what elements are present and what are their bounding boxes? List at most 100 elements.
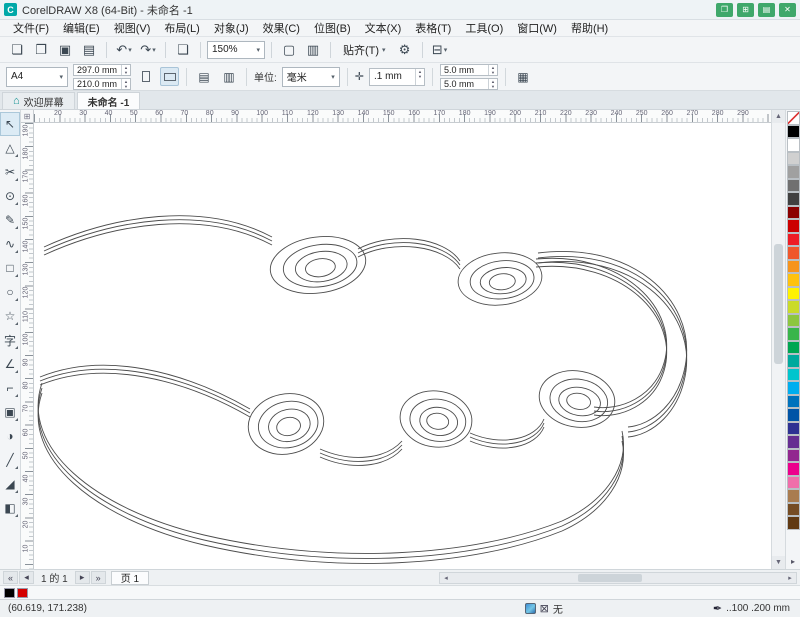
redo-button[interactable]: ↷ ▾	[137, 39, 159, 61]
drawing-canvas[interactable]	[34, 123, 771, 569]
ruler-origin-button[interactable]: ⊞	[21, 110, 34, 123]
snap-to-menu[interactable]: 贴齐(T) ▾	[337, 40, 392, 60]
scroll-up-icon[interactable]: ▲	[772, 110, 785, 123]
palette-swatch[interactable]	[786, 340, 800, 354]
polygon-tool[interactable]: ☆	[0, 304, 20, 328]
titlebar-close-button[interactable]: ✕	[779, 2, 796, 17]
portrait-button[interactable]	[136, 67, 155, 86]
titlebar-store-button[interactable]: ❐	[716, 2, 733, 17]
no-color-swatch[interactable]	[786, 111, 800, 125]
scroll-left-icon[interactable]: ◂	[440, 573, 452, 583]
full-screen-preview-button[interactable]: ▢	[278, 39, 300, 61]
parallel-dimension-tool[interactable]: ∠	[0, 352, 20, 376]
horizontal-ruler[interactable]: 20 30 40 50 60 70 80 90 100 110 120 130 140 150 160 170…	[34, 110, 771, 123]
horizontal-scroll-track[interactable]	[452, 573, 784, 583]
zoom-level-select[interactable]: 150% ▾	[207, 40, 265, 59]
paper-width-spinner[interactable]: ▲ ▼	[121, 64, 130, 75]
palette-swatch[interactable]	[786, 462, 800, 476]
paper-width-field[interactable]: 297.0 mm ▲ ▼	[73, 63, 131, 76]
scroll-right-icon[interactable]: ▸	[784, 573, 796, 583]
menu-item-8[interactable]: 表格(T)	[408, 20, 458, 36]
palette-swatch[interactable]	[786, 516, 800, 530]
menu-item-11[interactable]: 帮助(H)	[564, 20, 615, 36]
color-eyedropper-tool[interactable]: ╱	[0, 448, 20, 472]
palette-swatch[interactable]	[786, 394, 800, 408]
palette-swatch[interactable]	[786, 232, 800, 246]
menu-item-5[interactable]: 效果(C)	[256, 20, 307, 36]
next-page-button[interactable]: ▸	[74, 571, 90, 584]
new-document-button[interactable]: ❏	[6, 39, 28, 61]
connector-tool[interactable]: ⌐	[0, 376, 20, 400]
palette-swatch[interactable]	[786, 367, 800, 381]
palette-swatch[interactable]	[786, 273, 800, 287]
rectangle-tool[interactable]: □	[0, 256, 20, 280]
page-1-tab[interactable]: 页 1	[110, 570, 150, 585]
treat-as-filled-button[interactable]: ▦	[513, 67, 533, 87]
menu-item-0[interactable]: 文件(F)	[6, 20, 56, 36]
palette-swatch[interactable]	[786, 192, 800, 206]
palette-swatch[interactable]	[786, 300, 800, 314]
tab-untitled-1[interactable]: 未命名 -1	[76, 92, 141, 109]
scroll-down-icon[interactable]: ▼	[772, 556, 785, 569]
paper-height-spinner[interactable]: ▲ ▼	[121, 78, 130, 89]
options-gear-button[interactable]: ⚙	[394, 39, 416, 61]
horizontal-scroll-thumb[interactable]	[578, 573, 643, 582]
menu-item-7[interactable]: 文本(X)	[358, 20, 409, 36]
paste-button[interactable]: ❑	[172, 39, 194, 61]
palette-swatch[interactable]	[786, 435, 800, 449]
open-button[interactable]: ❐	[30, 39, 52, 61]
units-select[interactable]: 毫米 ▾	[281, 66, 340, 87]
all-pages-button[interactable]: ▤	[194, 67, 214, 87]
palette-swatch[interactable]	[786, 219, 800, 233]
titlebar-fullscreen-button[interactable]: ⊞	[737, 2, 754, 17]
current-page-button[interactable]: ▥	[219, 67, 239, 87]
palette-swatch[interactable]	[786, 178, 800, 192]
menu-item-9[interactable]: 工具(O)	[458, 20, 510, 36]
crop-tool[interactable]: ✂	[0, 160, 20, 184]
transparency-tool[interactable]: ◑	[0, 424, 20, 448]
menu-item-6[interactable]: 位图(B)	[307, 20, 358, 36]
duplicate-distance-y-field[interactable]: 5.0 mm ▲ ▼	[440, 77, 498, 90]
duplicate-x-spinner[interactable]: ▲ ▼	[488, 64, 497, 75]
drop-shadow-tool[interactable]: ▣	[0, 400, 20, 424]
palette-swatch[interactable]	[786, 475, 800, 489]
menu-item-4[interactable]: 对象(J)	[207, 20, 256, 36]
undo-button[interactable]: ↶ ▾	[113, 39, 135, 61]
pick-tool[interactable]: ↖	[0, 112, 20, 136]
palette-flyout-icon[interactable]: ▸	[791, 557, 795, 569]
menu-item-2[interactable]: 视图(V)	[107, 20, 158, 36]
page-size-select[interactable]: A4 ▾	[6, 66, 68, 87]
tab-welcome-screen[interactable]: ⌂ 欢迎屏幕	[2, 92, 75, 109]
horizontal-scrollbar[interactable]: ◂ ▸	[439, 571, 797, 584]
palette-swatch[interactable]	[786, 151, 800, 165]
duplicate-y-spinner[interactable]: ▲ ▼	[488, 78, 497, 89]
palette-swatch[interactable]	[786, 138, 800, 152]
palette-swatch[interactable]	[786, 448, 800, 462]
duplicate-distance-x-field[interactable]: 5.0 mm ▲ ▼	[440, 63, 498, 76]
palette-swatch[interactable]	[786, 327, 800, 341]
application-launcher-button[interactable]: ⊟ ▾	[429, 39, 451, 61]
landscape-button[interactable]	[160, 67, 179, 86]
view-mode-button[interactable]: ▥	[302, 39, 324, 61]
vertical-scroll-thumb[interactable]	[774, 244, 783, 365]
palette-swatch[interactable]	[786, 124, 800, 138]
artistic-media-tool[interactable]: ∿	[0, 232, 20, 256]
smart-fill-tool[interactable]: ◧	[0, 496, 20, 520]
zoom-tool[interactable]: ⊙	[0, 184, 20, 208]
palette-swatch[interactable]	[786, 205, 800, 219]
palette-swatch[interactable]	[786, 421, 800, 435]
nudge-distance-field[interactable]: .1 mm ▲ ▼	[369, 67, 425, 86]
last-page-button[interactable]: »	[90, 571, 106, 584]
palette-swatch[interactable]	[786, 165, 800, 179]
palette-swatch[interactable]	[786, 259, 800, 273]
titlebar-save-button[interactable]: ▤	[758, 2, 775, 17]
palette-swatch[interactable]	[786, 408, 800, 422]
save-button[interactable]: ▣	[54, 39, 76, 61]
palette-swatch[interactable]	[786, 489, 800, 503]
previous-page-button[interactable]: ◂	[19, 571, 34, 584]
print-button[interactable]: ▤	[78, 39, 100, 61]
nudge-spinner[interactable]: ▲ ▼	[415, 68, 424, 85]
first-page-button[interactable]: «	[3, 571, 18, 584]
vertical-ruler[interactable]: 190 180 170 160 150 140 130 120 110 100 90 80 70 60 50…	[21, 123, 34, 569]
palette-swatch[interactable]	[786, 381, 800, 395]
